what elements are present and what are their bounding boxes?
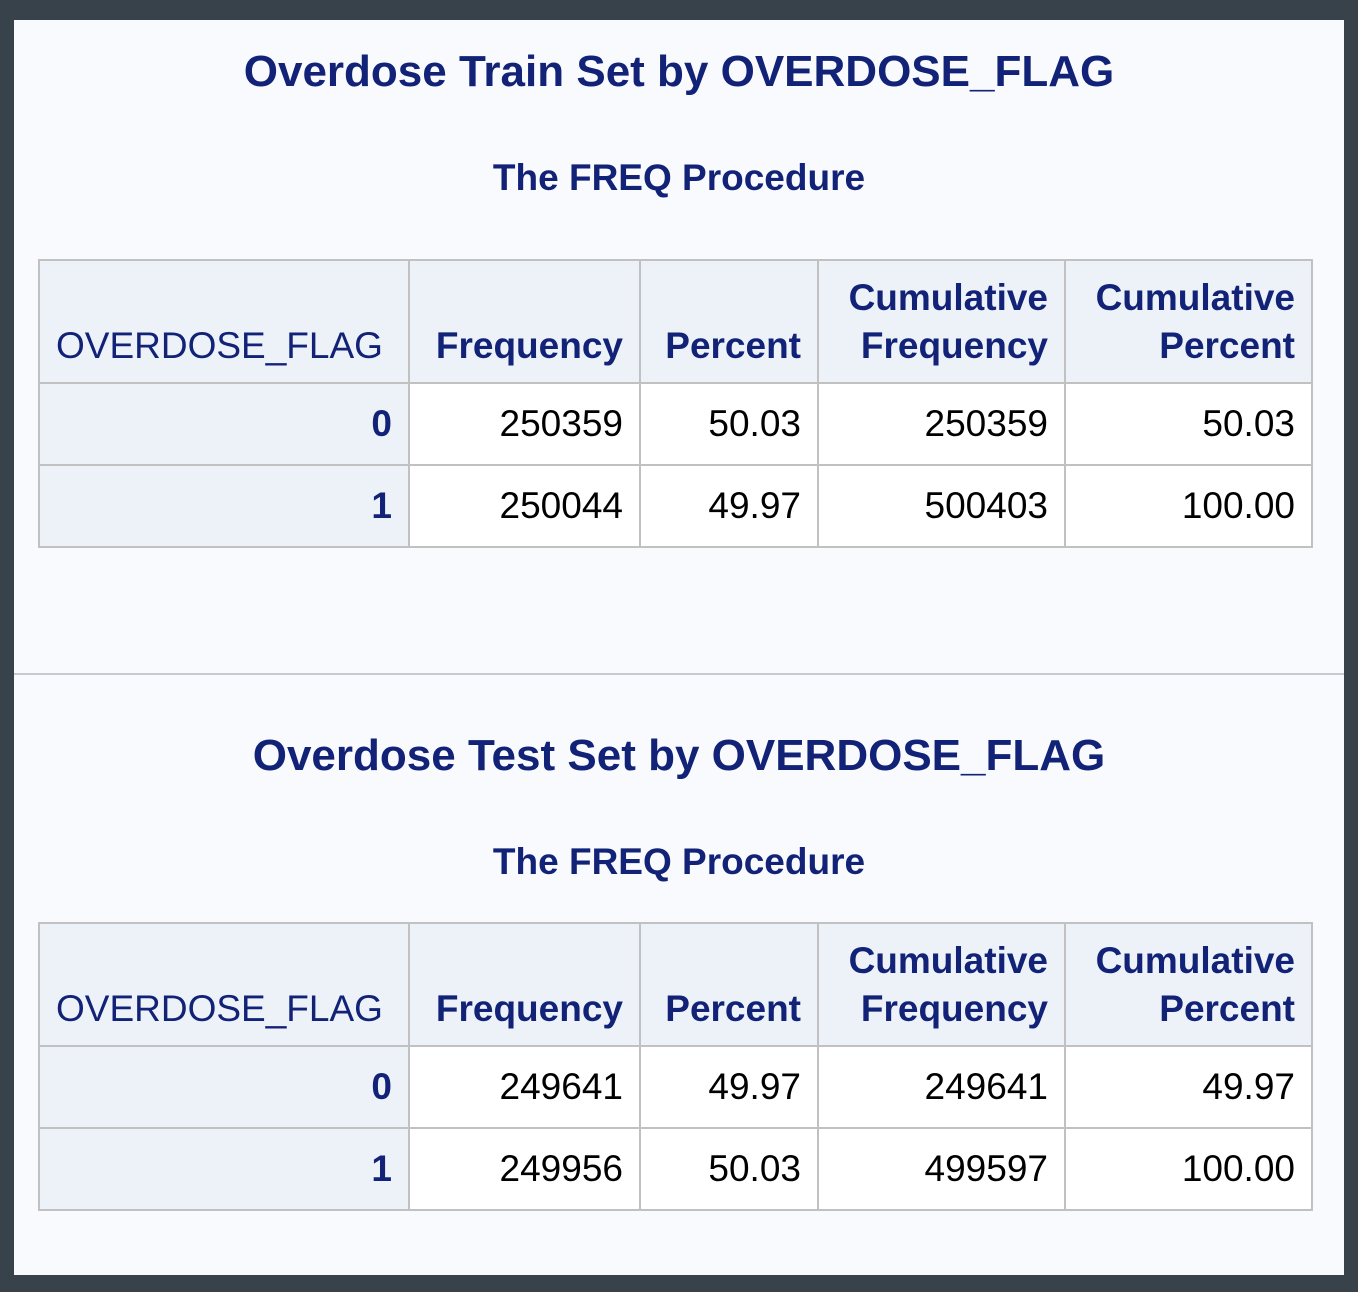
train-frequency-table: OVERDOSE_FLAG Frequency Percent Cumulati… bbox=[38, 259, 1313, 548]
cell-cumulative-percent: 100.00 bbox=[1064, 464, 1313, 548]
cell-percent: 49.97 bbox=[639, 1045, 819, 1129]
col-header-cumulative-percent: Cumulative Percent bbox=[1064, 259, 1313, 384]
test-section: Overdose Test Set by OVERDOSE_FLAG The F… bbox=[14, 675, 1344, 1275]
cell-cumulative-percent: 49.97 bbox=[1064, 1045, 1313, 1129]
cum-freq-line1: Cumulative bbox=[848, 277, 1048, 318]
col-header-overdose-flag: OVERDOSE_FLAG bbox=[38, 922, 410, 1047]
col-header-cumulative-frequency: Cumulative Frequency bbox=[817, 259, 1066, 384]
col-header-percent: Percent bbox=[639, 922, 819, 1047]
train-header-row: OVERDOSE_FLAG Frequency Percent Cumulati… bbox=[38, 259, 1313, 384]
cum-pct-line2: Percent bbox=[1159, 988, 1295, 1029]
cum-freq-line2: Frequency bbox=[860, 988, 1048, 1029]
col-header-cumulative-percent: Cumulative Percent bbox=[1064, 922, 1313, 1047]
cell-cumulative-frequency: 500403 bbox=[817, 464, 1066, 548]
train-title: Overdose Train Set by OVERDOSE_FLAG bbox=[243, 47, 1115, 96]
cell-cumulative-percent: 100.00 bbox=[1064, 1127, 1313, 1211]
row-header-flag: 1 bbox=[38, 464, 410, 548]
cell-cumulative-frequency: 499597 bbox=[817, 1127, 1066, 1211]
cum-pct-line2: Percent bbox=[1159, 325, 1295, 366]
col-header-percent: Percent bbox=[639, 259, 819, 384]
cum-pct-line1: Cumulative bbox=[1095, 277, 1295, 318]
row-header-flag: 1 bbox=[38, 1127, 410, 1211]
table-row: 0 249641 49.97 249641 49.97 bbox=[38, 1045, 1313, 1129]
cell-frequency: 250359 bbox=[408, 382, 641, 466]
cell-percent: 50.03 bbox=[639, 1127, 819, 1211]
test-header-row: OVERDOSE_FLAG Frequency Percent Cumulati… bbox=[38, 922, 1313, 1047]
cum-pct-line1: Cumulative bbox=[1095, 940, 1295, 981]
cell-frequency: 249641 bbox=[408, 1045, 641, 1129]
train-section: Overdose Train Set by OVERDOSE_FLAG The … bbox=[14, 20, 1344, 673]
col-header-overdose-flag: OVERDOSE_FLAG bbox=[38, 259, 410, 384]
test-subtitle: The FREQ Procedure bbox=[492, 841, 866, 882]
table-row: 1 249956 50.03 499597 100.00 bbox=[38, 1127, 1313, 1211]
cell-frequency: 250044 bbox=[408, 464, 641, 548]
cum-freq-line2: Frequency bbox=[860, 325, 1048, 366]
cell-frequency: 249956 bbox=[408, 1127, 641, 1211]
col-header-frequency: Frequency bbox=[408, 259, 641, 384]
cell-percent: 50.03 bbox=[639, 382, 819, 466]
table-row: 0 250359 50.03 250359 50.03 bbox=[38, 382, 1313, 466]
cell-cumulative-frequency: 250359 bbox=[817, 382, 1066, 466]
row-header-flag: 0 bbox=[38, 382, 410, 466]
cell-percent: 49.97 bbox=[639, 464, 819, 548]
cum-freq-line1: Cumulative bbox=[848, 940, 1048, 981]
output-frame: Overdose Train Set by OVERDOSE_FLAG The … bbox=[14, 20, 1344, 1275]
train-subtitle: The FREQ Procedure bbox=[492, 157, 866, 198]
test-title: Overdose Test Set by OVERDOSE_FLAG bbox=[252, 731, 1106, 780]
row-header-flag: 0 bbox=[38, 1045, 410, 1129]
col-header-frequency: Frequency bbox=[408, 922, 641, 1047]
cell-cumulative-percent: 50.03 bbox=[1064, 382, 1313, 466]
table-row: 1 250044 49.97 500403 100.00 bbox=[38, 464, 1313, 548]
cell-cumulative-frequency: 249641 bbox=[817, 1045, 1066, 1129]
col-header-cumulative-frequency: Cumulative Frequency bbox=[817, 922, 1066, 1047]
test-frequency-table: OVERDOSE_FLAG Frequency Percent Cumulati… bbox=[38, 922, 1313, 1211]
